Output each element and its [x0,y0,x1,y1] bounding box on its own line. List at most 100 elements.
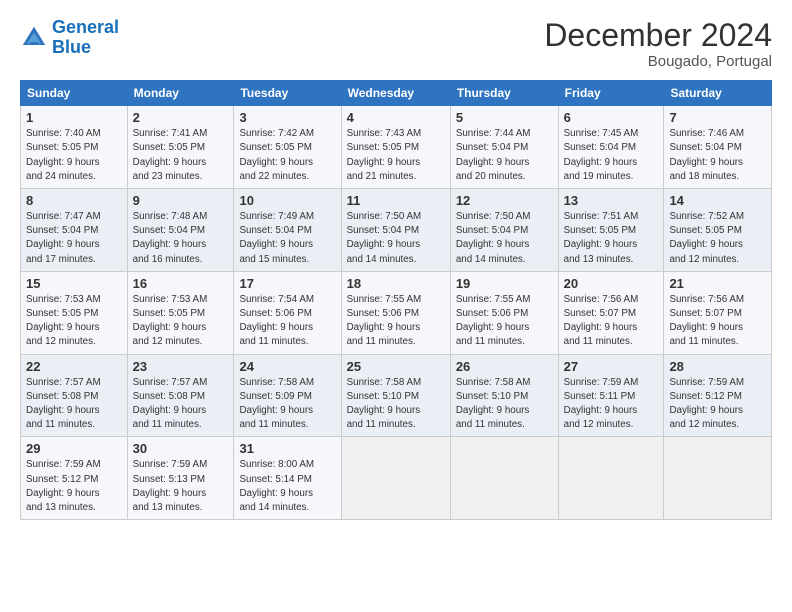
day-info: Sunrise: 7:53 AM Sunset: 5:05 PM Dayligh… [26,293,122,350]
calendar-cell: 24Sunrise: 7:58 AM Sunset: 5:09 PM Dayli… [234,354,341,437]
calendar-cell: 23 Sunrise: 7:57 AM Sunset: 5:08 PM Dayli… [127,354,234,437]
calendar-week-row: 15 Sunrise: 7:53 AM Sunset: 5:05 PM Dayli… [21,271,772,354]
day-number: 2 [133,110,229,125]
day-info: Sunrise: 7:41 AM Sunset: 5:05 PM Dayligh… [133,127,229,184]
day-info: Sunrise: 7:59 AM Sunset: 5:13 PM Dayligh… [133,458,229,515]
day-number: 15 [26,276,122,291]
day-info: Sunrise: 7:53 AM Sunset: 5:05 PM Dayligh… [133,293,229,350]
day-info: Sunrise: 7:43 AM Sunset: 5:05 PM Dayligh… [347,127,445,184]
day-info: Sunrise: 7:47 AM Sunset: 5:04 PM Dayligh… [26,210,122,267]
calendar-cell: 9 Sunrise: 7:48 AM Sunset: 5:04 PM Daylig… [127,189,234,272]
day-info: Sunrise: 7:58 AM Sunset: 5:10 PM Dayligh… [347,376,445,433]
day-info: Sunrise: 7:56 AM Sunset: 5:07 PM Dayligh… [669,293,766,350]
day-number: 22 [26,359,122,374]
page: General Blue December 2024 Bougado, Port… [0,0,792,530]
calendar-week-row: 8Sunrise: 7:47 AM Sunset: 5:04 PM Daylig… [21,189,772,272]
day-number: 19 [456,276,553,291]
day-number: 12 [456,193,553,208]
calendar-cell: 26 Sunrise: 7:58 AM Sunset: 5:10 PM Dayli… [450,354,558,437]
logo-text: General Blue [52,18,119,58]
day-number: 23 [133,359,229,374]
day-info: Sunrise: 7:48 AM Sunset: 5:04 PM Dayligh… [133,210,229,267]
day-info: Sunrise: 7:40 AM Sunset: 5:05 PM Dayligh… [26,127,122,184]
day-number: 24 [239,359,335,374]
day-info: Sunrise: 7:54 AM Sunset: 5:06 PM Dayligh… [239,293,335,350]
day-number: 20 [564,276,659,291]
day-number: 7 [669,110,766,125]
calendar-cell: 14 Sunrise: 7:52 AM Sunset: 5:05 PM Dayli… [664,189,772,272]
calendar-cell: 30 Sunrise: 7:59 AM Sunset: 5:13 PM Dayli… [127,437,234,520]
calendar-table: Sunday Monday Tuesday Wednesday Thursday… [20,80,772,520]
day-number: 16 [133,276,229,291]
calendar-cell: 10Sunrise: 7:49 AM Sunset: 5:04 PM Dayli… [234,189,341,272]
day-info: Sunrise: 7:57 AM Sunset: 5:08 PM Dayligh… [133,376,229,433]
col-wednesday: Wednesday [341,81,450,106]
day-number: 5 [456,110,553,125]
header-row: Sunday Monday Tuesday Wednesday Thursday… [21,81,772,106]
calendar-cell: 16 Sunrise: 7:53 AM Sunset: 5:05 PM Dayli… [127,271,234,354]
calendar-cell: 3Sunrise: 7:42 AM Sunset: 5:05 PM Daylig… [234,106,341,189]
calendar-cell [558,437,664,520]
col-sunday: Sunday [21,81,128,106]
header: General Blue December 2024 Bougado, Port… [20,18,772,70]
calendar-cell [341,437,450,520]
day-number: 21 [669,276,766,291]
month-title: December 2024 [544,18,772,53]
title-block: December 2024 Bougado, Portugal [544,18,772,70]
calendar-cell [450,437,558,520]
calendar-cell: 27Sunrise: 7:59 AM Sunset: 5:11 PM Dayli… [558,354,664,437]
day-number: 3 [239,110,335,125]
calendar-cell: 5 Sunrise: 7:44 AM Sunset: 5:04 PM Daylig… [450,106,558,189]
day-number: 25 [347,359,445,374]
day-number: 9 [133,193,229,208]
calendar-cell: 21 Sunrise: 7:56 AM Sunset: 5:07 PM Dayli… [664,271,772,354]
col-tuesday: Tuesday [234,81,341,106]
calendar-cell: 6 Sunrise: 7:45 AM Sunset: 5:04 PM Daylig… [558,106,664,189]
col-thursday: Thursday [450,81,558,106]
day-number: 31 [239,441,335,456]
calendar-cell: 2 Sunrise: 7:41 AM Sunset: 5:05 PM Daylig… [127,106,234,189]
calendar-cell: 11Sunrise: 7:50 AM Sunset: 5:04 PM Dayli… [341,189,450,272]
calendar-cell: 7 Sunrise: 7:46 AM Sunset: 5:04 PM Daylig… [664,106,772,189]
calendar-cell: 22Sunrise: 7:57 AM Sunset: 5:08 PM Dayli… [21,354,128,437]
calendar-cell: 20Sunrise: 7:56 AM Sunset: 5:07 PM Dayli… [558,271,664,354]
day-number: 11 [347,193,445,208]
col-friday: Friday [558,81,664,106]
calendar-cell: 18 Sunrise: 7:55 AM Sunset: 5:06 PM Dayli… [341,271,450,354]
calendar-cell: 1 Sunrise: 7:40 AM Sunset: 5:05 PM Daylig… [21,106,128,189]
day-number: 18 [347,276,445,291]
subtitle: Bougado, Portugal [544,53,772,70]
day-info: Sunrise: 7:45 AM Sunset: 5:04 PM Dayligh… [564,127,659,184]
day-info: Sunrise: 7:59 AM Sunset: 5:12 PM Dayligh… [669,376,766,433]
day-number: 26 [456,359,553,374]
day-number: 30 [133,441,229,456]
day-number: 14 [669,193,766,208]
calendar-cell: 28 Sunrise: 7:59 AM Sunset: 5:12 PM Dayli… [664,354,772,437]
calendar-week-row: 29Sunrise: 7:59 AM Sunset: 5:12 PM Dayli… [21,437,772,520]
day-info: Sunrise: 7:55 AM Sunset: 5:06 PM Dayligh… [347,293,445,350]
day-info: Sunrise: 7:52 AM Sunset: 5:05 PM Dayligh… [669,210,766,267]
day-info: Sunrise: 7:50 AM Sunset: 5:04 PM Dayligh… [456,210,553,267]
day-info: Sunrise: 7:58 AM Sunset: 5:10 PM Dayligh… [456,376,553,433]
day-number: 29 [26,441,122,456]
calendar-cell: 31Sunrise: 8:00 AM Sunset: 5:14 PM Dayli… [234,437,341,520]
day-info: Sunrise: 7:46 AM Sunset: 5:04 PM Dayligh… [669,127,766,184]
calendar-cell: 8Sunrise: 7:47 AM Sunset: 5:04 PM Daylig… [21,189,128,272]
logo: General Blue [20,18,119,58]
day-number: 17 [239,276,335,291]
day-number: 1 [26,110,122,125]
logo-icon [20,24,48,52]
day-info: Sunrise: 7:55 AM Sunset: 5:06 PM Dayligh… [456,293,553,350]
day-info: Sunrise: 7:51 AM Sunset: 5:05 PM Dayligh… [564,210,659,267]
day-number: 10 [239,193,335,208]
day-info: Sunrise: 7:44 AM Sunset: 5:04 PM Dayligh… [456,127,553,184]
day-number: 6 [564,110,659,125]
day-number: 28 [669,359,766,374]
day-number: 4 [347,110,445,125]
col-monday: Monday [127,81,234,106]
calendar-cell: 17 Sunrise: 7:54 AM Sunset: 5:06 PM Dayli… [234,271,341,354]
calendar-cell: 15 Sunrise: 7:53 AM Sunset: 5:05 PM Dayli… [21,271,128,354]
day-number: 13 [564,193,659,208]
col-saturday: Saturday [664,81,772,106]
calendar-cell: 29Sunrise: 7:59 AM Sunset: 5:12 PM Dayli… [21,437,128,520]
